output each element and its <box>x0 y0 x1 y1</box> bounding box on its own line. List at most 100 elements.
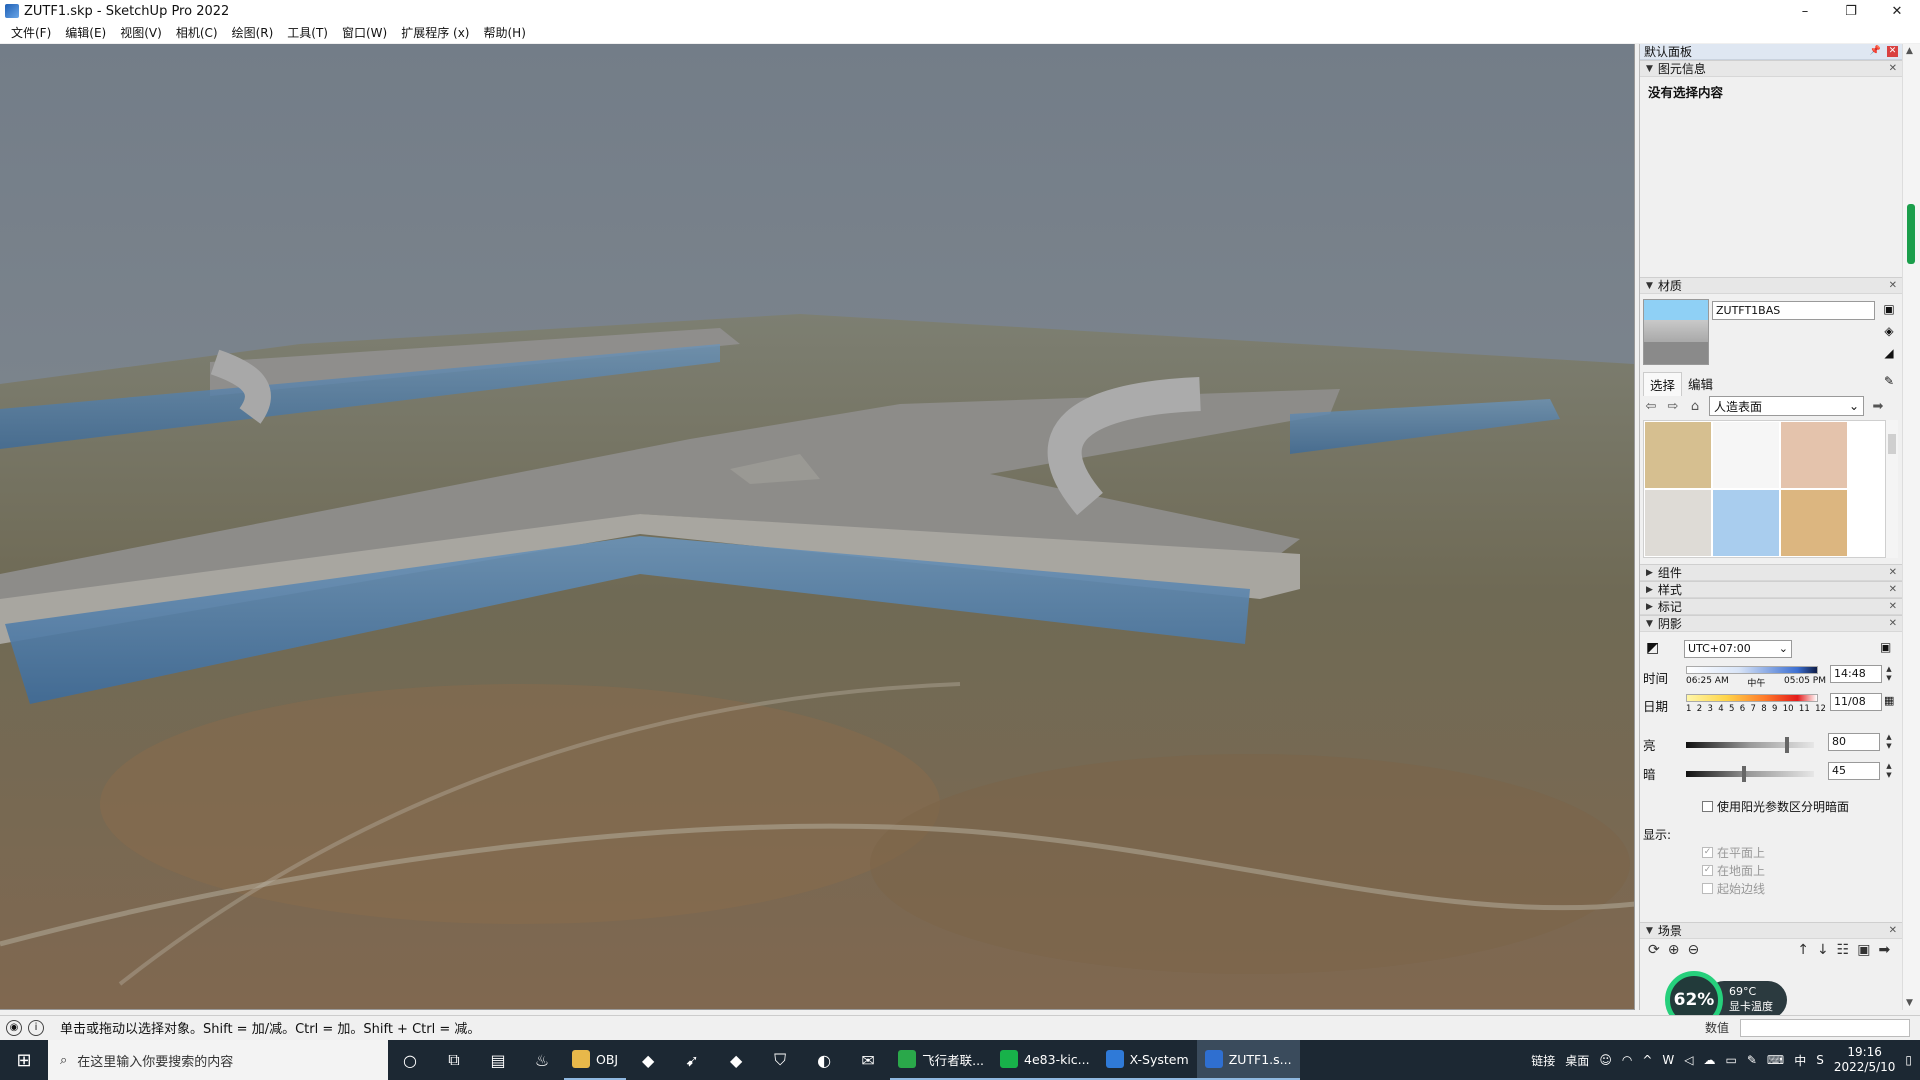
mail-icon[interactable]: ✉ <box>846 1040 890 1080</box>
wifi-icon[interactable]: ◠ <box>1622 1053 1632 1067</box>
taskbar-app-flyer[interactable]: 飞行者联... <box>890 1040 993 1080</box>
menu-file[interactable]: 文件(F) <box>4 24 58 41</box>
light-slider-handle[interactable] <box>1785 737 1790 753</box>
model-viewport[interactable] <box>0 44 1635 1010</box>
keyboard-icon[interactable]: ⌨ <box>1767 1053 1784 1067</box>
network-icon[interactable]: ▭ <box>1725 1053 1736 1067</box>
home-icon[interactable]: ⌂ <box>1687 399 1703 414</box>
panel-materials[interactable]: ▼ 材质 ✕ <box>1640 277 1902 294</box>
cloud-icon[interactable]: ☁ <box>1703 1053 1715 1067</box>
remove-scene-icon[interactable]: ⊖ <box>1687 942 1699 958</box>
taskbar-app-obj[interactable]: OBJ <box>564 1040 627 1080</box>
dark-field[interactable]: 45 <box>1828 762 1880 780</box>
time-slider[interactable] <box>1686 666 1818 674</box>
steam-icon[interactable]: ♨ <box>520 1040 564 1080</box>
menu-tools[interactable]: 工具(T) <box>280 24 335 41</box>
links-toolbar[interactable]: 链接 <box>1531 1052 1555 1069</box>
from-edges-checkbox[interactable] <box>1702 883 1713 894</box>
light-slider[interactable] <box>1686 737 1814 753</box>
timezone-select[interactable]: UTC+07:00 ⌄ <box>1684 640 1792 658</box>
move-up-icon[interactable]: ↑ <box>1797 942 1809 958</box>
material-preview[interactable] <box>1643 299 1709 365</box>
sogou-icon[interactable]: S <box>1816 1053 1824 1067</box>
panel-components[interactable]: ▶ 组件 ✕ <box>1640 564 1902 581</box>
refresh-icon[interactable]: ⟳ <box>1648 942 1660 958</box>
swatch-scrollbar[interactable] <box>1886 420 1898 558</box>
shield-app-icon[interactable]: ⛉ <box>758 1040 802 1080</box>
taskbar-search[interactable]: ⌕ 在这里输入你要搜索的内容 <box>48 1040 388 1080</box>
taskbar-app-sketchup[interactable]: ZUTF1.s... <box>1196 1040 1300 1080</box>
sun-settings-icon[interactable]: ▣ <box>1880 640 1891 654</box>
material-name-field[interactable]: ZUTFT1BAS <box>1712 301 1875 320</box>
maximize-button[interactable]: ❐ <box>1828 0 1874 22</box>
menu-extensions[interactable]: 扩展程序 (x) <box>394 24 476 41</box>
dark-slider[interactable] <box>1686 766 1814 782</box>
material-swatch[interactable] <box>1645 490 1711 556</box>
forward-arrow-icon[interactable]: ⇨ <box>1665 399 1681 414</box>
close-button[interactable]: ✕ <box>1874 0 1920 22</box>
use-sun-checkbox[interactable] <box>1702 801 1713 812</box>
menu-view[interactable]: 视图(V) <box>113 24 169 41</box>
menu-camera[interactable]: 相机(C) <box>169 24 225 41</box>
panel-shadows[interactable]: ▼ 阴影 ✕ <box>1640 615 1902 632</box>
dark-spinner[interactable]: ▲ ▼ <box>1884 762 1894 780</box>
material-swatch[interactable] <box>1645 422 1711 488</box>
minimize-button[interactable]: – <box>1782 0 1828 22</box>
on-faces-checkbox[interactable]: ✓ <box>1702 847 1713 858</box>
scene-settings-icon[interactable]: ▣ <box>1857 942 1870 958</box>
system-clock[interactable]: 19:16 2022/5/10 <box>1834 1045 1896 1075</box>
dark-slider-handle[interactable] <box>1741 766 1746 782</box>
light-spinner[interactable]: ▲ ▼ <box>1884 733 1894 751</box>
date-slider[interactable] <box>1686 694 1818 702</box>
shadow-toggle-icon[interactable]: ◩ <box>1646 640 1659 656</box>
from-edges-checkbox-row[interactable]: 起始边线 <box>1702 880 1765 897</box>
move-down-icon[interactable]: ↓ <box>1817 942 1829 958</box>
calendar-icon[interactable]: ▦ <box>1884 694 1894 707</box>
info-icon[interactable]: i <box>28 1019 44 1036</box>
epic-games-icon[interactable]: ◆ <box>626 1040 670 1080</box>
details-arrow-icon[interactable]: ➡ <box>1878 942 1890 958</box>
eyedropper-icon[interactable]: ✎ <box>1882 374 1896 388</box>
cortana-icon[interactable]: ○ <box>388 1040 432 1080</box>
material-library-select[interactable]: 人造表面 ⌄ <box>1709 396 1864 416</box>
material-swatch[interactable] <box>1781 422 1847 488</box>
back-arrow-icon[interactable]: ⇦ <box>1643 399 1659 414</box>
time-spinner[interactable]: ▲ ▼ <box>1884 665 1894 683</box>
panel-close-icon[interactable]: ✕ <box>1889 618 1897 629</box>
windows-start-icon[interactable]: ⊞ <box>0 1040 48 1080</box>
menu-edit[interactable]: 编辑(E) <box>58 24 113 41</box>
use-sun-checkbox-row[interactable]: 使用阳光参数区分明暗面 <box>1702 798 1849 815</box>
ime-indicator[interactable]: 中 <box>1794 1052 1806 1069</box>
default-material-icon[interactable]: ◈ <box>1882 324 1896 338</box>
panel-close-icon[interactable]: ✕ <box>1889 63 1897 74</box>
date-field[interactable]: 11/08 <box>1830 693 1882 711</box>
notification-icon[interactable]: ▯ <box>1905 1053 1912 1067</box>
on-faces-checkbox-row[interactable]: ✓ 在平面上 <box>1702 844 1765 861</box>
on-ground-checkbox-row[interactable]: ✓ 在地面上 <box>1702 862 1765 879</box>
view-options-icon[interactable]: ☷ <box>1837 942 1850 958</box>
epic-games-icon[interactable]: ◆ <box>714 1040 758 1080</box>
feather-app-icon[interactable]: ➹ <box>670 1040 714 1080</box>
details-arrow-icon[interactable]: ➡ <box>1870 399 1886 414</box>
panel-tags[interactable]: ▶ 标记 ✕ <box>1640 598 1902 615</box>
menu-help[interactable]: 帮助(H) <box>476 24 532 41</box>
people-icon[interactable]: ☺ <box>1599 1053 1612 1067</box>
material-swatch[interactable] <box>1713 490 1779 556</box>
time-field[interactable]: 14:48 <box>1830 665 1882 683</box>
panel-close-icon[interactable]: ✕ <box>1889 601 1897 612</box>
panel-close-icon[interactable]: ✕ <box>1889 584 1897 595</box>
on-ground-checkbox[interactable]: ✓ <box>1702 865 1713 876</box>
panel-close-icon[interactable]: ✕ <box>1889 925 1897 936</box>
measurements-input[interactable] <box>1740 1018 1910 1037</box>
geo-location-icon[interactable]: ◉ <box>6 1019 22 1036</box>
volume-icon[interactable]: ◁ <box>1684 1053 1693 1067</box>
wps-icon[interactable]: W <box>1662 1053 1674 1067</box>
panel-scenes[interactable]: ▼ 场景 ✕ <box>1640 922 1902 939</box>
tray-close-icon[interactable]: ✕ <box>1887 46 1898 57</box>
panel-styles[interactable]: ▶ 样式 ✕ <box>1640 581 1902 598</box>
taskbar-app-4e83[interactable]: 4e83-kic... <box>992 1040 1098 1080</box>
tab-select[interactable]: 选择 <box>1643 372 1683 396</box>
menu-window[interactable]: 窗口(W) <box>335 24 394 41</box>
pin-icon[interactable]: 📌 <box>1870 46 1881 57</box>
chevron-up-icon[interactable]: ^ <box>1642 1053 1652 1067</box>
